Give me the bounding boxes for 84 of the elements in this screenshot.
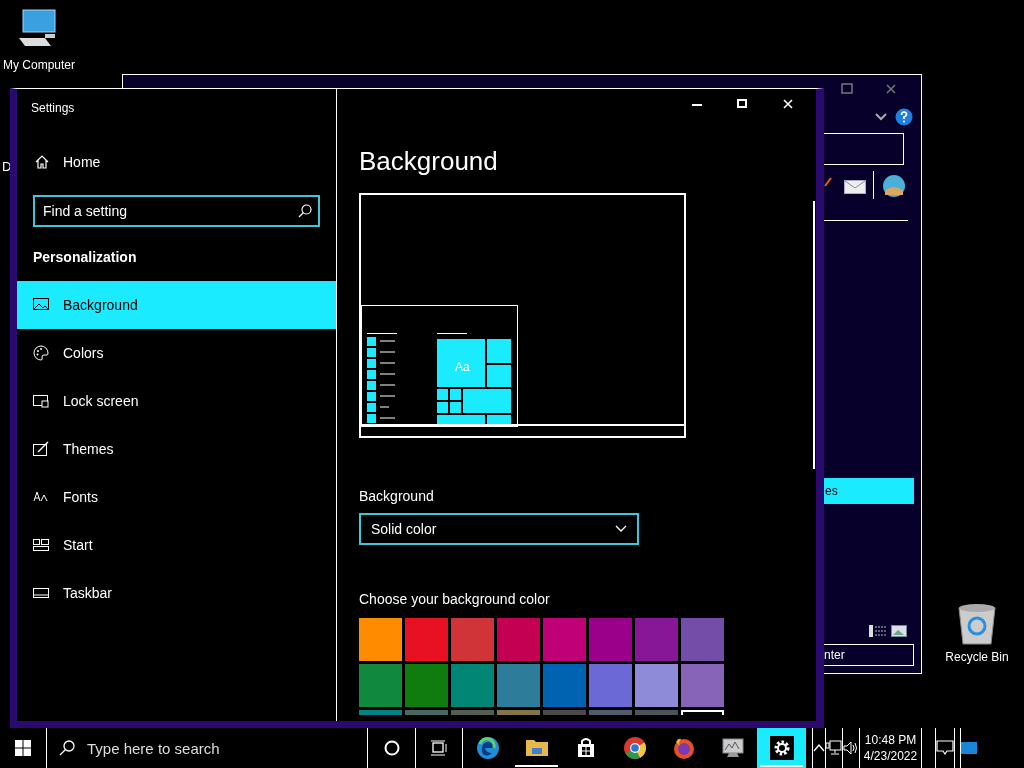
taskbar-search-field[interactable]: Type here to search xyxy=(87,733,327,763)
color-swatch[interactable] xyxy=(497,710,540,715)
search-field[interactable]: Find a setting xyxy=(33,195,320,227)
color-swatch[interactable] xyxy=(359,664,402,707)
task-view-icon xyxy=(431,740,447,756)
color-swatch[interactable] xyxy=(635,664,678,707)
color-swatch[interactable] xyxy=(589,618,632,661)
picture-view-icon xyxy=(891,625,907,637)
brush-icon xyxy=(33,441,49,457)
color-swatch[interactable] xyxy=(681,664,724,707)
color-swatch[interactable] xyxy=(681,618,724,661)
lock-screen-icon xyxy=(33,393,49,409)
clock[interactable]: 10:48 PM 4/23/2022 xyxy=(859,728,921,768)
color-swatch[interactable] xyxy=(543,664,586,707)
nav-item[interactable]: Colors xyxy=(17,329,336,377)
color-swatch[interactable] xyxy=(451,710,494,715)
monitor-chart-icon xyxy=(720,736,745,760)
tile-label: Aa xyxy=(455,359,470,376)
help-icon xyxy=(895,108,913,126)
scrollbar[interactable] xyxy=(813,201,815,469)
desktop-icon xyxy=(961,742,977,754)
circle-icon xyxy=(383,740,400,756)
color-swatch[interactable] xyxy=(497,664,540,707)
details-view-icon xyxy=(869,625,887,637)
home-icon xyxy=(35,155,49,169)
field-label: Choose your background color xyxy=(359,590,551,609)
browser-icon xyxy=(475,736,500,760)
taskbar-icon xyxy=(33,585,49,601)
network-button[interactable] xyxy=(825,728,842,768)
chevron-up-icon xyxy=(813,744,825,752)
close-icon xyxy=(885,83,897,95)
icon-label[interactable]: My Computer xyxy=(3,56,75,74)
color-swatch[interactable] xyxy=(451,664,494,707)
gear-icon xyxy=(769,736,794,760)
background-dropdown[interactable]: Solid color xyxy=(359,513,639,545)
color-swatch[interactable] xyxy=(635,710,678,715)
notifications-button[interactable] xyxy=(935,728,954,768)
search-icon xyxy=(59,740,75,756)
list-item[interactable]: es xyxy=(823,478,914,504)
globe-icon xyxy=(881,173,907,199)
windows-icon xyxy=(15,740,31,756)
envelope-icon xyxy=(844,180,866,194)
page-heading: Background xyxy=(359,145,499,178)
color-swatch[interactable] xyxy=(359,618,402,661)
icon-label[interactable]: Recycle Bin xyxy=(945,648,1009,666)
home-link[interactable]: Home xyxy=(17,139,336,185)
section-heading: Personalization xyxy=(32,248,138,267)
pencil-icon xyxy=(824,177,832,187)
browser-icon xyxy=(622,736,647,760)
chevron-down-icon xyxy=(615,525,627,533)
nav-item[interactable]: Taskbar xyxy=(17,569,336,617)
color-swatch[interactable] xyxy=(451,618,494,661)
nav-item[interactable]: Start xyxy=(17,521,336,569)
nav-item[interactable]: Background xyxy=(17,281,336,329)
color-swatch[interactable] xyxy=(681,710,724,715)
picture-icon xyxy=(33,297,49,313)
nav-item[interactable]: Lock screen xyxy=(17,377,336,425)
nav-item[interactable]: Themes xyxy=(17,425,336,473)
color-swatch[interactable] xyxy=(589,664,632,707)
color-swatch[interactable] xyxy=(543,710,586,715)
color-swatch[interactable] xyxy=(405,618,448,661)
speaker-icon xyxy=(843,740,859,756)
color-swatch[interactable] xyxy=(635,618,678,661)
close-icon xyxy=(783,99,793,109)
show-desktop-button[interactable] xyxy=(960,728,977,768)
network-icon xyxy=(826,740,842,756)
color-swatch[interactable] xyxy=(497,618,540,661)
search-icon xyxy=(298,204,312,218)
color-swatch[interactable] xyxy=(359,710,402,715)
taskbar-app[interactable] xyxy=(757,728,806,768)
palette-icon xyxy=(33,345,49,361)
volume-button[interactable] xyxy=(842,728,859,768)
show-hidden-icons-button[interactable] xyxy=(812,728,825,768)
color-swatch[interactable] xyxy=(543,618,586,661)
color-swatch[interactable] xyxy=(405,710,448,715)
browser-icon xyxy=(671,736,696,760)
chevron-icon xyxy=(875,113,887,121)
nav-item[interactable]: Fonts xyxy=(17,473,336,521)
color-swatch[interactable] xyxy=(405,664,448,707)
maximize-icon xyxy=(737,99,747,109)
start-tiles-icon xyxy=(33,537,49,553)
color-swatch[interactable] xyxy=(589,710,632,715)
window-title: Settings xyxy=(30,100,76,117)
field-label: Background xyxy=(359,487,435,506)
